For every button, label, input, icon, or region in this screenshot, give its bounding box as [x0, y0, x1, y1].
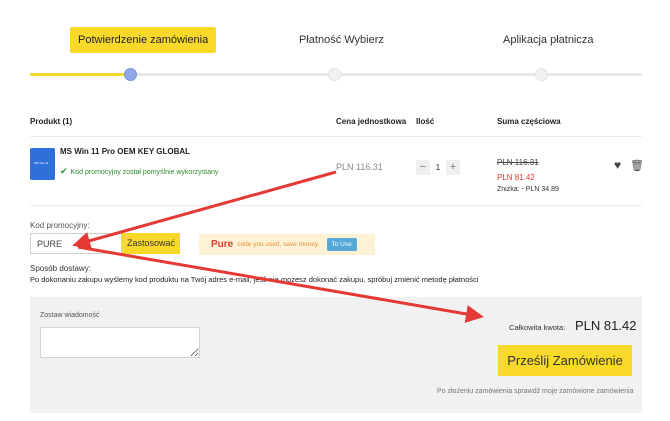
promo-hint-text: code you used, save money.	[237, 241, 320, 248]
checkmark-icon: ✔	[60, 166, 68, 176]
qty-decrease-button[interactable]: −	[416, 160, 430, 175]
promo-code-input[interactable]	[30, 233, 122, 254]
progress-fill	[30, 73, 130, 76]
step-dot-2	[328, 68, 341, 81]
subtotal-original-price: PLN 116.31	[497, 158, 539, 167]
product-name[interactable]: MS Win 11 Pro OEM KEY GLOBAL	[60, 147, 190, 156]
submit-order-button[interactable]: Prześlij Zamówienie	[498, 345, 632, 376]
use-code-button[interactable]: To Use	[326, 238, 357, 251]
promo-applied-status: ✔ Kod promocyjny został pomyślnie wykorzy…	[60, 166, 218, 177]
checkout-steps: Potwierdzenie zamówienia Płatność Wybier…	[0, 0, 670, 90]
divider	[30, 205, 642, 206]
total-value: PLN 81.42	[575, 318, 637, 333]
thumb-text: MS Win 11	[34, 161, 49, 165]
promo-code-label: Kod promocyjny:	[30, 221, 90, 230]
col-header-unit-price: Cena jednostkowa	[336, 117, 407, 126]
step-payment-app[interactable]: Aplikacja płatnicza	[503, 34, 594, 46]
col-header-subtotal: Suma częściowa	[497, 117, 561, 126]
product-thumbnail[interactable]: MS Win 11	[30, 148, 55, 180]
col-header-product: Produkt (1)	[30, 117, 73, 126]
total-label: Całkowita kwota:	[509, 323, 566, 332]
quantity-stepper: − 1 +	[416, 160, 460, 175]
trash-icon[interactable]: 🗑	[630, 159, 644, 172]
qty-value[interactable]: 1	[430, 163, 446, 172]
step-confirm-order[interactable]: Potwierdzenie zamówienia	[70, 27, 217, 53]
message-label: Zostaw wiadomość	[40, 312, 100, 319]
divider	[30, 136, 642, 137]
step-payment-choose[interactable]: Płatność Wybierz	[299, 34, 384, 46]
after-order-note: Po złożeniu zamówienia sprawdź moje zamó…	[437, 388, 634, 395]
qty-increase-button[interactable]: +	[446, 160, 460, 175]
message-textarea[interactable]	[40, 327, 200, 358]
shipping-method-label: Sposób dostawy:	[30, 264, 91, 273]
subtotal-discount: Zniżka: - PLN 34.89	[497, 186, 559, 193]
subtotal-discounted-price: PLN 81.42	[497, 173, 535, 182]
promo-hint-code: Pure	[211, 239, 234, 250]
unit-price: PLN 116.31	[336, 162, 383, 172]
step-dot-1	[124, 68, 137, 81]
shipping-method-text: Po dokonaniu zakupu wyślemy kod produktu…	[30, 275, 479, 284]
apply-promo-button[interactable]: Zastosować	[122, 233, 180, 254]
promo-applied-text: Kod promocyjny został pomyślnie wykorzys…	[70, 169, 219, 176]
col-header-quantity: Ilość	[416, 117, 435, 126]
step-dot-3	[535, 68, 548, 81]
heart-icon[interactable]: ♥	[614, 158, 621, 172]
promo-hint-banner: Pure code you used, save money. To Use	[199, 234, 375, 255]
